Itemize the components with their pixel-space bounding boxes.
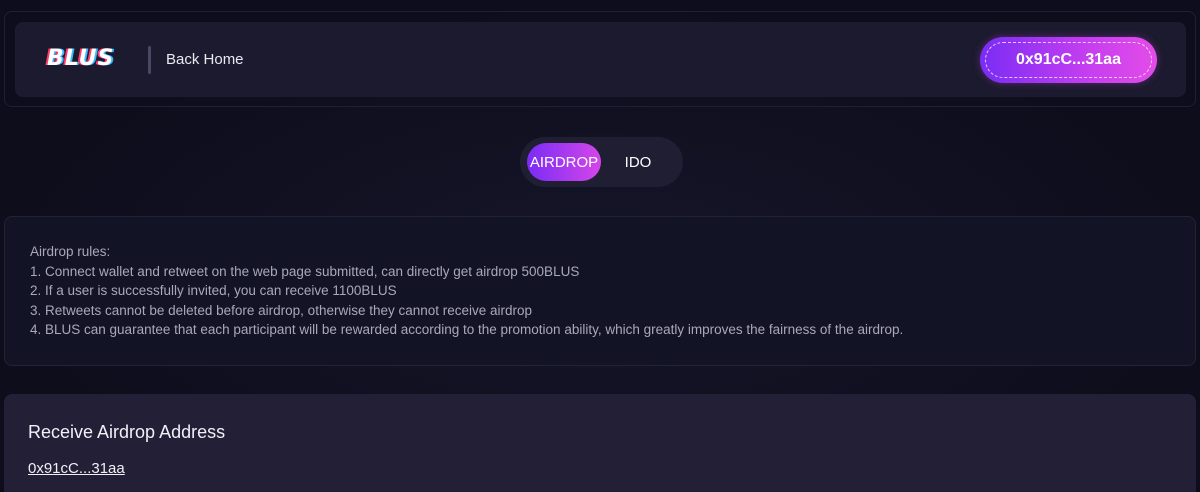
receive-address-panel: Receive Airdrop Address 0x91cC...31aa [4, 394, 1196, 492]
header: BLUS Back Home 0x91cC...31aa [15, 22, 1186, 97]
tab-airdrop[interactable]: AIRDROP [527, 143, 601, 181]
back-home-link[interactable]: Back Home [166, 51, 244, 68]
address-link[interactable]: 0x91cC...31aa [28, 460, 125, 477]
tab-ido[interactable]: IDO [608, 143, 668, 181]
address-title: Receive Airdrop Address [28, 422, 226, 442]
rule-item: 4. BLUS can guarantee that each particip… [30, 322, 904, 337]
airdrop-rules-panel: Airdrop rules: 1. Connect wallet and ret… [4, 216, 1196, 366]
tab-switcher: AIRDROP IDO [520, 137, 683, 187]
wallet-button-label: 0x91cC...31aa [985, 42, 1152, 78]
rule-item: 2. If a user is successfully invited, yo… [30, 283, 397, 298]
logo[interactable]: BLUS [47, 46, 114, 71]
rules-title: Airdrop rules: [30, 244, 111, 259]
header-divider [148, 46, 151, 74]
page: BLUS Back Home 0x91cC...31aa AIRDROP IDO… [0, 0, 1200, 492]
rule-item: 1. Connect wallet and retweet on the web… [30, 263, 580, 279]
rule-item: 3. Retweets cannot be deleted before air… [30, 302, 533, 318]
wallet-button[interactable]: 0x91cC...31aa [980, 37, 1157, 83]
